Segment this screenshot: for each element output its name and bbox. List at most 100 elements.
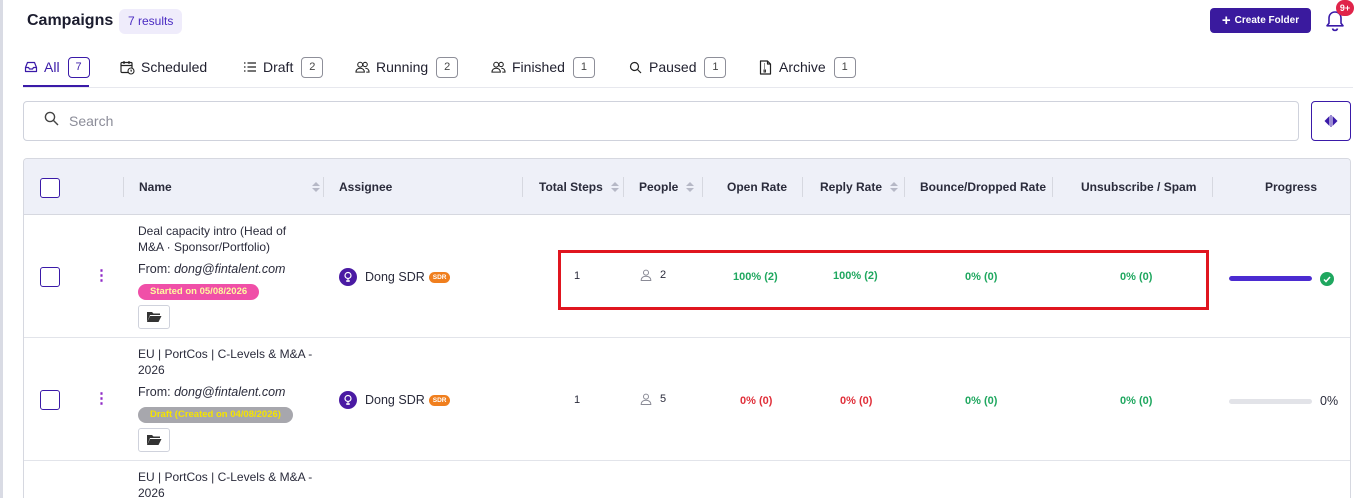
from-email: dong@fintalent.com	[174, 385, 286, 399]
bounce-rate: 0% (0)	[965, 395, 998, 407]
header-total-steps[interactable]: Total Steps	[539, 159, 619, 215]
progress-percent: 0%	[1320, 394, 1339, 408]
reply-rate: 100% (2)	[833, 270, 878, 282]
status-badge: Started on 05/08/2026	[138, 284, 260, 300]
table-row[interactable]: EU | PortCos | C-Levels & M&A - 2026	[24, 462, 1350, 498]
users-icon	[355, 60, 370, 75]
campaign-name-line: Deal capacity intro (Head of	[138, 224, 287, 238]
create-folder-label: Create Folder	[1234, 15, 1300, 26]
tab-count: 7	[67, 56, 90, 78]
archive-file-icon	[758, 59, 773, 75]
results-count-badge: 7 results	[119, 9, 183, 34]
folder-button[interactable]	[138, 428, 170, 452]
header-people[interactable]: People	[639, 159, 695, 215]
assignee: Dong SDR SDR	[339, 391, 451, 409]
tab-label: Finished	[512, 59, 565, 75]
header-unsubscribe-label: Unsubscribe / Spam	[1081, 180, 1197, 194]
row-checkbox[interactable]	[40, 390, 60, 410]
table-row[interactable]: ⋮ EU | PortCos | C-Levels & M&A - 2026 F…	[24, 339, 1350, 461]
avatar	[339, 391, 357, 409]
table-row[interactable]: ⋮ Deal capacity intro (Head of M&A · Spo…	[24, 216, 1350, 338]
campaign-name[interactable]: EU | PortCos | C-Levels & M&A - 2026	[138, 346, 318, 378]
header-reply-rate-label: Reply Rate	[820, 180, 883, 194]
search-icon	[44, 111, 59, 131]
header-reply-rate[interactable]: Reply Rate	[820, 159, 899, 215]
header-bounce-rate: Bounce/Dropped Rate	[920, 159, 1046, 215]
header-total-steps-label: Total Steps	[539, 180, 603, 194]
column-separator	[904, 177, 905, 197]
plus-icon: +	[1221, 11, 1231, 29]
column-separator	[522, 177, 523, 197]
campaign-name-line: 2026	[138, 486, 165, 498]
tab-label: All	[44, 59, 60, 75]
assignee: Dong SDR SDR	[339, 268, 451, 286]
column-separator	[802, 177, 803, 197]
row-menu-icon[interactable]: ⋮	[94, 391, 109, 407]
select-all-checkbox[interactable]	[40, 178, 60, 198]
progress-fill	[1229, 276, 1312, 281]
total-steps: 1	[574, 270, 581, 282]
complete-check-icon	[1320, 272, 1334, 286]
tab-count: 1	[833, 56, 856, 78]
people-value: 5	[660, 393, 667, 405]
toggle-columns-button[interactable]	[1311, 101, 1351, 141]
tab-count: 2	[436, 56, 459, 78]
progress-bar	[1229, 399, 1312, 404]
column-separator	[1052, 177, 1053, 197]
header-unsubscribe-spam: Unsubscribe / Spam	[1081, 159, 1196, 215]
header-bounce-rate-label: Bounce/Dropped Rate	[920, 180, 1047, 194]
tab-archive[interactable]: Archive 1	[758, 54, 856, 80]
campaigns-table: Name Assignee Total Steps People Open Ra…	[23, 158, 1351, 498]
role-badge: SDR	[428, 394, 451, 406]
sort-icon	[686, 182, 695, 192]
from-line: From: dong@fintalent.com	[138, 385, 285, 399]
header-progress-label: Progress	[1265, 180, 1318, 194]
campaign-name-line: EU | PortCos | C-Levels & M&A -	[138, 347, 313, 361]
header-people-label: People	[639, 180, 679, 194]
sort-icon	[890, 182, 899, 192]
create-folder-button[interactable]: + Create Folder	[1210, 8, 1311, 33]
unsubscribe-rate: 0% (0)	[1120, 395, 1153, 407]
status-tabs: All 7 Scheduled Draft 2 Running 2 Finish…	[23, 50, 1353, 88]
campaign-name-line: EU | PortCos | C-Levels & M&A -	[138, 470, 313, 484]
tab-finished[interactable]: Finished 1	[491, 54, 595, 80]
tab-count: 2	[301, 56, 324, 78]
unsubscribe-rate: 0% (0)	[1120, 271, 1153, 283]
campaign-name[interactable]: EU | PortCos | C-Levels & M&A - 2026	[138, 469, 318, 498]
header-open-rate: Open Rate	[727, 159, 787, 215]
folder-button[interactable]	[138, 305, 170, 329]
status-badge: Draft (Created on 04/08/2026)	[138, 407, 293, 423]
search-box	[23, 101, 1299, 141]
row-menu-icon[interactable]: ⋮	[94, 268, 109, 284]
folder-icon	[147, 435, 162, 445]
header-name[interactable]: Name	[139, 159, 172, 215]
tab-paused[interactable]: Paused 1	[628, 54, 727, 80]
column-separator	[623, 177, 624, 197]
row-checkbox[interactable]	[40, 267, 60, 287]
bounce-rate: 0% (0)	[965, 271, 998, 283]
tab-draft[interactable]: Draft 2	[242, 54, 324, 80]
tab-label: Draft	[263, 59, 294, 75]
tab-label: Running	[376, 59, 429, 75]
assignee-name: Dong SDR	[365, 393, 425, 407]
inbox-icon	[23, 60, 38, 75]
header-name-label: Name	[139, 180, 172, 194]
active-tab-underline	[23, 85, 89, 87]
tab-all[interactable]: All 7	[23, 54, 90, 80]
from-line: From: dong@fintalent.com	[138, 262, 285, 276]
users-icon	[491, 60, 506, 75]
sort-icon	[610, 182, 619, 192]
name-sort-icon[interactable]	[304, 159, 320, 215]
people-value: 2	[660, 269, 667, 281]
campaign-name-line: 2026	[138, 363, 165, 377]
list-icon	[242, 60, 257, 75]
search-input[interactable]	[69, 113, 1269, 129]
header-progress: Progress	[1265, 159, 1317, 215]
page-title: Campaigns	[27, 12, 114, 29]
expand-collapse-icon	[1324, 115, 1338, 127]
campaign-name[interactable]: Deal capacity intro (Head of M&A · Spons…	[138, 223, 318, 255]
column-separator	[123, 177, 124, 197]
tab-running[interactable]: Running 2	[355, 54, 459, 80]
tab-scheduled[interactable]: Scheduled	[120, 54, 207, 80]
progress-bar	[1229, 276, 1312, 281]
